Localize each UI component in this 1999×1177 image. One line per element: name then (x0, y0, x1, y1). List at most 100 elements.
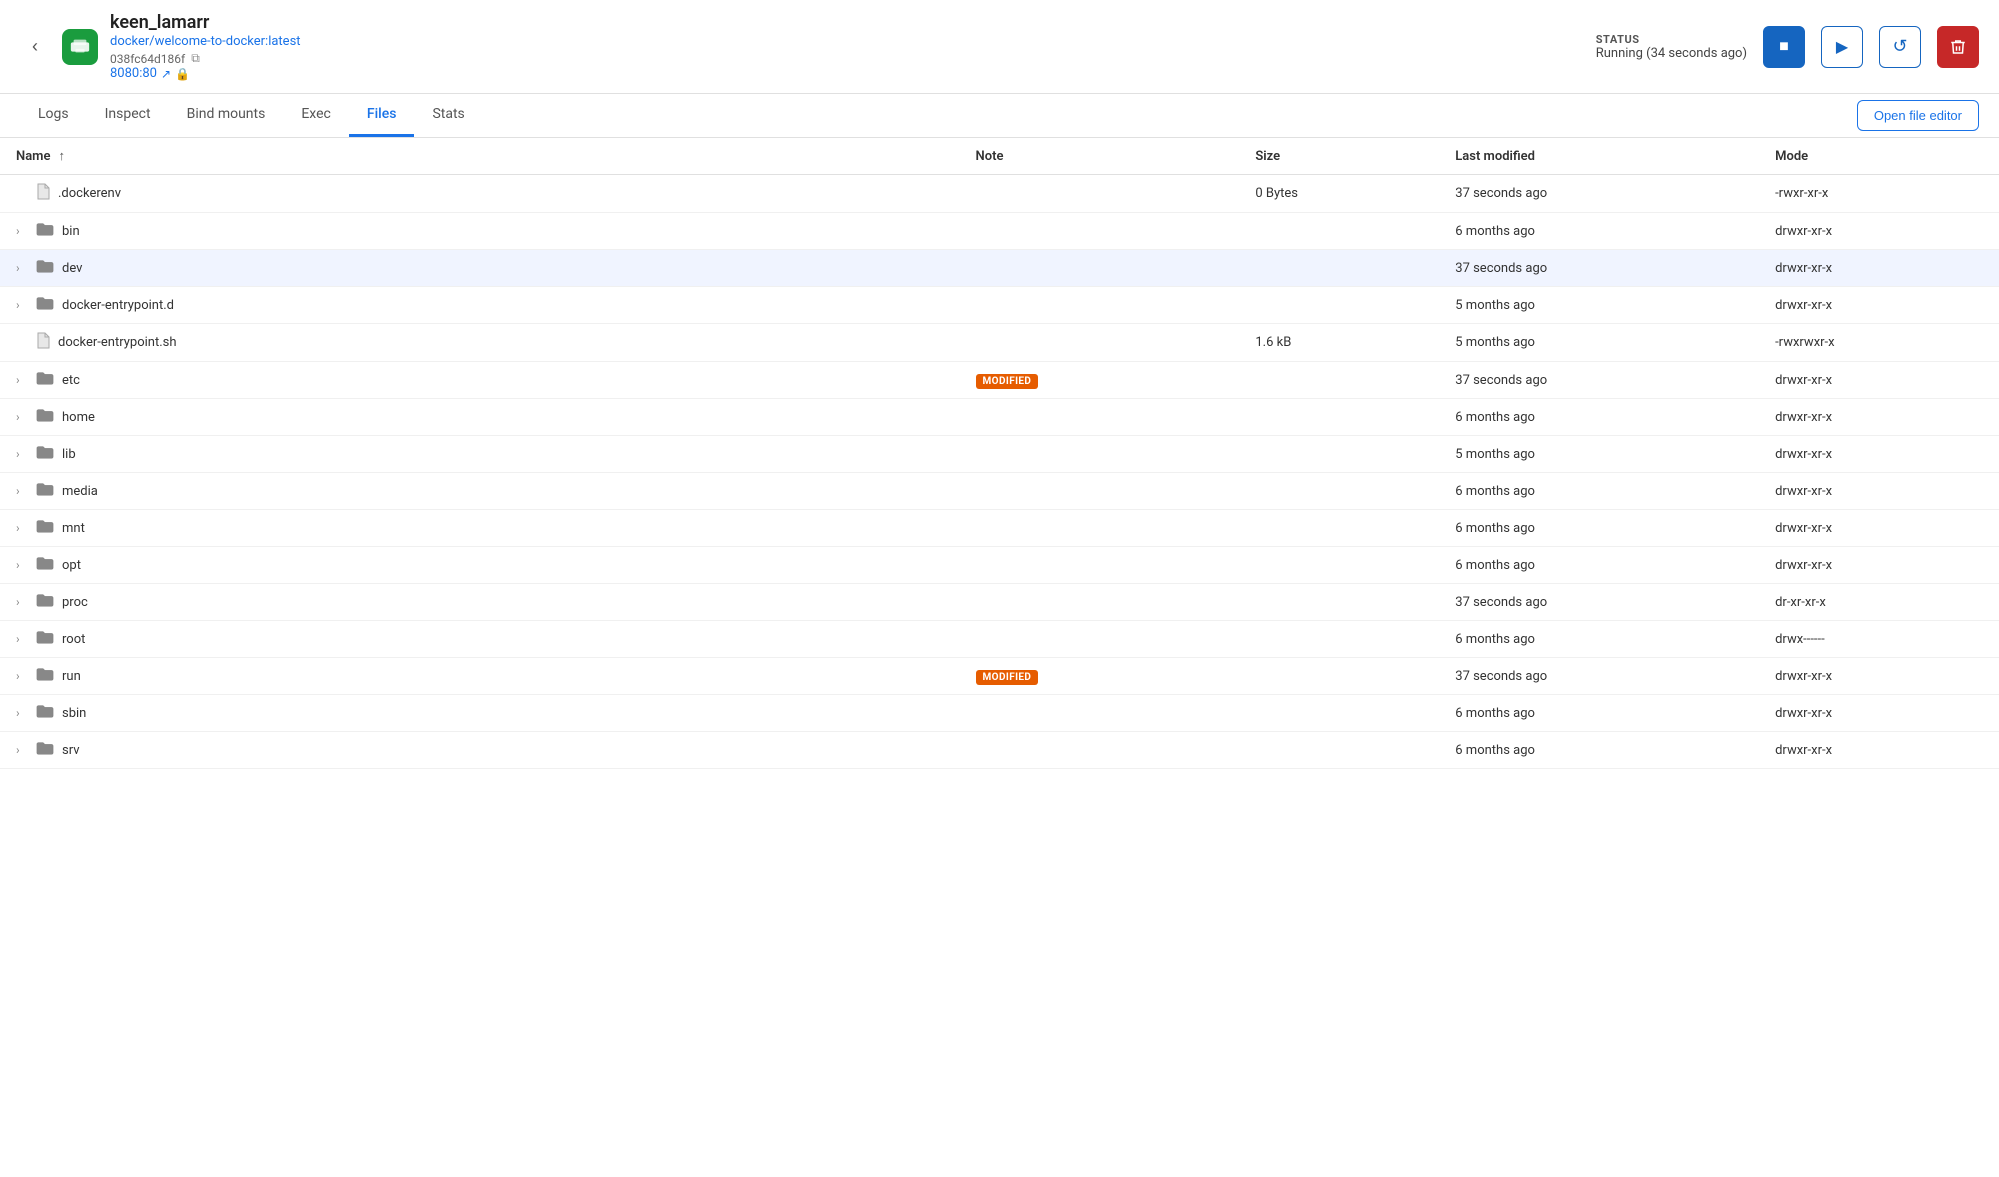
expand-chevron[interactable]: › (16, 743, 28, 757)
file-table: Name ↑ Note Size Last modified Mode (0, 138, 1999, 769)
folder-icon (36, 295, 54, 315)
file-name-text: home (62, 410, 95, 425)
tab-stats[interactable]: Stats (414, 94, 482, 137)
table-row[interactable]: › etc MODIFIED 37 seconds ago drwxr-xr-x (0, 362, 1999, 399)
file-size-cell (1239, 695, 1439, 732)
file-note-cell: MODIFIED (960, 658, 1240, 695)
file-name-text: run (62, 669, 81, 684)
external-link-icon: ↗ (161, 67, 171, 81)
table-row[interactable]: › bin 6 months ago drwxr-xr-x (0, 213, 1999, 250)
file-note-cell (960, 547, 1240, 584)
table-row[interactable]: › sbin 6 months ago drwxr-xr-x (0, 695, 1999, 732)
folder-icon (36, 258, 54, 278)
file-icon (36, 183, 50, 204)
table-row[interactable]: › docker-entrypoint.d 5 months ago drwxr… (0, 287, 1999, 324)
table-row[interactable]: › mnt 6 months ago drwxr-xr-x (0, 510, 1999, 547)
file-size-cell (1239, 584, 1439, 621)
container-image-link[interactable]: docker/welcome-to-docker:latest (110, 34, 301, 49)
file-name-text: sbin (62, 706, 86, 721)
file-name-text: opt (62, 558, 81, 573)
file-modified-cell: 37 seconds ago (1439, 362, 1759, 399)
file-size-cell (1239, 287, 1439, 324)
delete-button[interactable] (1937, 26, 1979, 68)
file-name-cell: › srv (0, 732, 960, 769)
expand-chevron[interactable]: › (16, 521, 28, 535)
file-size-cell (1239, 547, 1439, 584)
expand-chevron[interactable]: › (16, 669, 28, 683)
tab-exec[interactable]: Exec (283, 94, 349, 137)
copy-id-icon[interactable]: ⧉ (191, 51, 200, 66)
file-mode-cell: drwxr-xr-x (1759, 287, 1999, 324)
folder-icon (36, 444, 54, 464)
file-mode-cell: drwxr-xr-x (1759, 547, 1999, 584)
file-modified-cell: 6 months ago (1439, 473, 1759, 510)
file-mode-cell: -rwxr-xr-x (1759, 175, 1999, 213)
file-name-text: media (62, 484, 98, 499)
table-row[interactable]: › run MODIFIED 37 seconds ago drwxr-xr-x (0, 658, 1999, 695)
stop-button[interactable]: ■ (1763, 26, 1805, 68)
col-header-note: Note (960, 138, 1240, 175)
file-mode-cell: drwxr-xr-x (1759, 399, 1999, 436)
file-mode-cell: drwxr-xr-x (1759, 362, 1999, 399)
file-modified-cell: 6 months ago (1439, 695, 1759, 732)
expand-chevron[interactable]: › (16, 298, 28, 312)
file-icon (36, 332, 50, 353)
file-size-cell (1239, 473, 1439, 510)
file-name-cell: › root (0, 621, 960, 658)
expand-chevron[interactable]: › (16, 706, 28, 720)
container-name: keen_lamarr (110, 12, 1584, 33)
file-name-text: proc (62, 595, 88, 610)
back-button[interactable]: ‹ (20, 32, 50, 62)
folder-icon (36, 407, 54, 427)
expand-chevron[interactable]: › (16, 261, 28, 275)
table-row[interactable]: › media 6 months ago drwxr-xr-x (0, 473, 1999, 510)
table-row[interactable]: › srv 6 months ago drwxr-xr-x (0, 732, 1999, 769)
container-id-text: 038fc64d186f (110, 52, 185, 66)
file-size-cell: 1.6 kB (1239, 324, 1439, 362)
restart-button[interactable]: ↺ (1879, 26, 1921, 68)
status-info: STATUS Running (34 seconds ago) (1596, 33, 1747, 61)
file-modified-cell: 5 months ago (1439, 436, 1759, 473)
file-modified-cell: 37 seconds ago (1439, 175, 1759, 213)
tab-inspect[interactable]: Inspect (87, 94, 169, 137)
file-name-cell: › home (0, 399, 960, 436)
play-button[interactable]: ▶ (1821, 26, 1863, 68)
expand-chevron[interactable]: › (16, 373, 28, 387)
port-link[interactable]: 8080:80 ↗ 🔒 (110, 66, 1584, 81)
file-note-cell (960, 287, 1240, 324)
table-row[interactable]: › opt 6 months ago drwxr-xr-x (0, 547, 1999, 584)
expand-chevron[interactable]: › (16, 632, 28, 646)
tab-logs[interactable]: Logs (20, 94, 87, 137)
expand-chevron[interactable]: › (16, 558, 28, 572)
expand-chevron[interactable]: › (16, 410, 28, 424)
col-header-name[interactable]: Name ↑ (0, 138, 960, 175)
expand-chevron[interactable]: › (16, 484, 28, 498)
file-name-cell: › media (0, 473, 960, 510)
table-row[interactable]: › home 6 months ago drwxr-xr-x (0, 399, 1999, 436)
folder-icon (36, 221, 54, 241)
open-file-editor-button[interactable]: Open file editor (1857, 100, 1979, 131)
file-size-cell (1239, 621, 1439, 658)
table-row[interactable]: › proc 37 seconds ago dr-xr-xr-x (0, 584, 1999, 621)
table-row[interactable]: › lib 5 months ago drwxr-xr-x (0, 436, 1999, 473)
file-name-cell: › docker-entrypoint.d (0, 287, 960, 324)
tab-files[interactable]: Files (349, 94, 415, 137)
folder-icon (36, 592, 54, 612)
expand-chevron[interactable]: › (16, 447, 28, 461)
status-section: STATUS Running (34 seconds ago) ■ ▶ ↺ (1596, 26, 1979, 68)
table-row[interactable]: › dev 37 seconds ago drwxr-xr-x (0, 250, 1999, 287)
file-table-container: Name ↑ Note Size Last modified Mode (0, 138, 1999, 769)
expand-chevron[interactable]: › (16, 595, 28, 609)
file-size-cell (1239, 510, 1439, 547)
tab-bind-mounts[interactable]: Bind mounts (169, 94, 284, 137)
file-name-cell: › mnt (0, 510, 960, 547)
file-name-cell: › opt (0, 547, 960, 584)
folder-icon (36, 370, 54, 390)
file-name-cell: .dockerenv (0, 175, 960, 213)
file-note-cell (960, 250, 1240, 287)
expand-chevron[interactable]: › (16, 224, 28, 238)
table-row[interactable]: docker-entrypoint.sh 1.6 kB 5 months ago… (0, 324, 1999, 362)
file-modified-cell: 37 seconds ago (1439, 250, 1759, 287)
table-row[interactable]: › root 6 months ago drwx------ (0, 621, 1999, 658)
table-row[interactable]: .dockerenv 0 Bytes 37 seconds ago -rwxr-… (0, 175, 1999, 213)
